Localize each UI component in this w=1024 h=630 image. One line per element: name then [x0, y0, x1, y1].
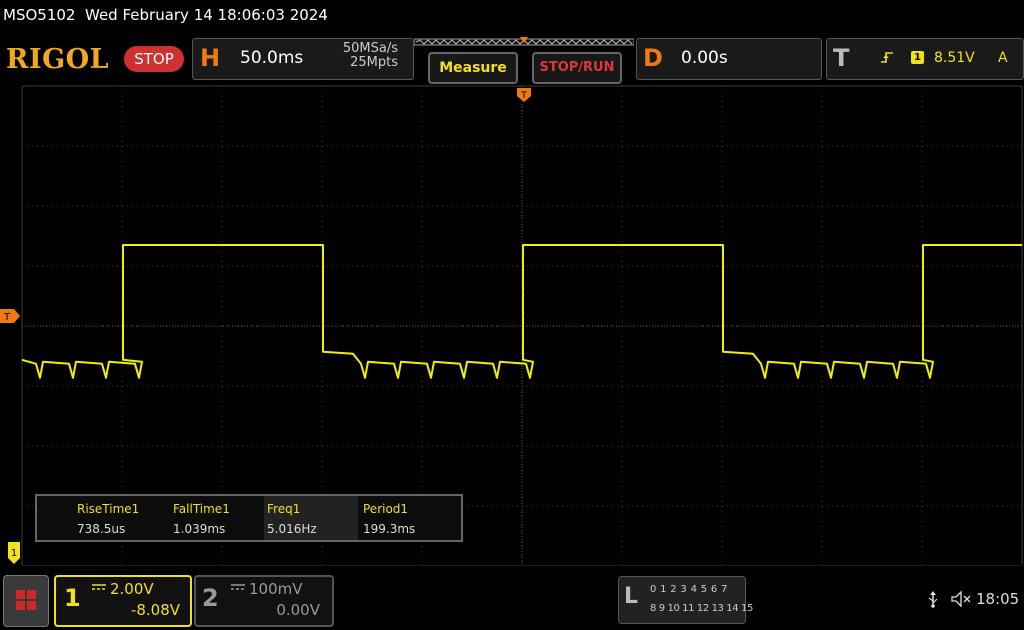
rising-edge-icon: [880, 50, 894, 68]
sample-rate-info: 50MSa/s 25Mpts: [333, 42, 398, 70]
memory-depth: 25Mpts: [350, 55, 398, 70]
trigger-panel[interactable]: [826, 38, 1024, 80]
channel2-scale: 100mV: [249, 580, 303, 598]
delay-panel[interactable]: [636, 38, 822, 80]
channel1-ground-marker[interactable]: 1: [8, 542, 20, 564]
measurement-value: 199.3ms: [363, 522, 416, 536]
logic-channels-row2: 8 9 10 11 12 13 14 15: [650, 603, 753, 614]
measurement-item[interactable]: FallTime1 1.039ms: [167, 496, 261, 540]
measurement-name: FallTime1: [173, 502, 230, 516]
rigol-logo: RIGOL: [6, 44, 110, 75]
measurement-value: 1.039ms: [173, 522, 226, 536]
measurement-name: Period1: [363, 502, 409, 516]
measurement-item[interactable]: RiseTime1 738.5us: [71, 496, 165, 540]
stop-run-button[interactable]: STOP/RUN: [532, 52, 622, 84]
channel1-number: 1: [64, 584, 81, 612]
trigger-position-label: T: [520, 91, 527, 101]
run-state-badge[interactable]: STOP: [124, 46, 184, 72]
model-datetime: MSO5102 Wed February 14 18:06:03 2024: [3, 6, 328, 24]
measurement-item[interactable]: Period1 199.3ms: [357, 496, 451, 540]
dc-coupling-icon: [92, 582, 106, 595]
dc-coupling-icon: [231, 582, 245, 595]
datetime: Wed February 14 18:06:03 2024: [85, 6, 328, 24]
sample-rate: 50MSa/s: [342, 41, 398, 56]
delay-letter: D: [643, 44, 663, 72]
channel2-number: 2: [202, 584, 219, 612]
measurement-name: Freq1: [267, 502, 301, 516]
delay-value: 0.00s: [681, 48, 728, 68]
trigger-mode: A: [998, 50, 1008, 66]
grid-menu-icon: [16, 590, 36, 610]
trigger-position-marker: T: [517, 88, 531, 102]
trigger-level-marker[interactable]: T: [0, 309, 20, 323]
trigger-source-badge: 1: [911, 51, 924, 64]
measurement-panel[interactable]: RiseTime1 738.5us FallTime1 1.039ms Freq…: [35, 494, 463, 542]
measurement-value: 5.016Hz: [267, 522, 317, 536]
channel1-trace: [21, 244, 1022, 379]
trigger-level-marker-label: T: [3, 312, 11, 323]
logic-analyzer-letter: L: [624, 584, 639, 609]
channel2-offset: 0.00V: [276, 601, 320, 619]
timebase-value: 50.0ms: [240, 48, 304, 68]
channel1-marker-label: 1: [11, 548, 17, 559]
usb-icon: [926, 590, 940, 612]
menu-grid-button[interactable]: [3, 575, 49, 627]
measurement-value: 738.5us: [77, 522, 126, 536]
system-clock: 18:05: [976, 590, 1020, 608]
memory-position-bar: [414, 37, 634, 46]
measurement-item[interactable]: Freq1 5.016Hz: [261, 496, 355, 540]
measure-button[interactable]: Measure: [428, 52, 518, 84]
sound-muted-icon[interactable]: [950, 590, 972, 612]
measurement-name: RiseTime1: [77, 502, 140, 516]
logic-channels-row1: 0 1 2 3 4 5 6 7: [650, 584, 728, 595]
trigger-letter: T: [833, 44, 850, 72]
trigger-level: 8.51V: [934, 50, 975, 66]
channel1-offset: -8.08V: [130, 601, 180, 619]
channel1-scale: 2.00V: [110, 580, 154, 598]
model-name: MSO5102: [3, 6, 76, 24]
horizontal-letter: H: [200, 44, 221, 72]
